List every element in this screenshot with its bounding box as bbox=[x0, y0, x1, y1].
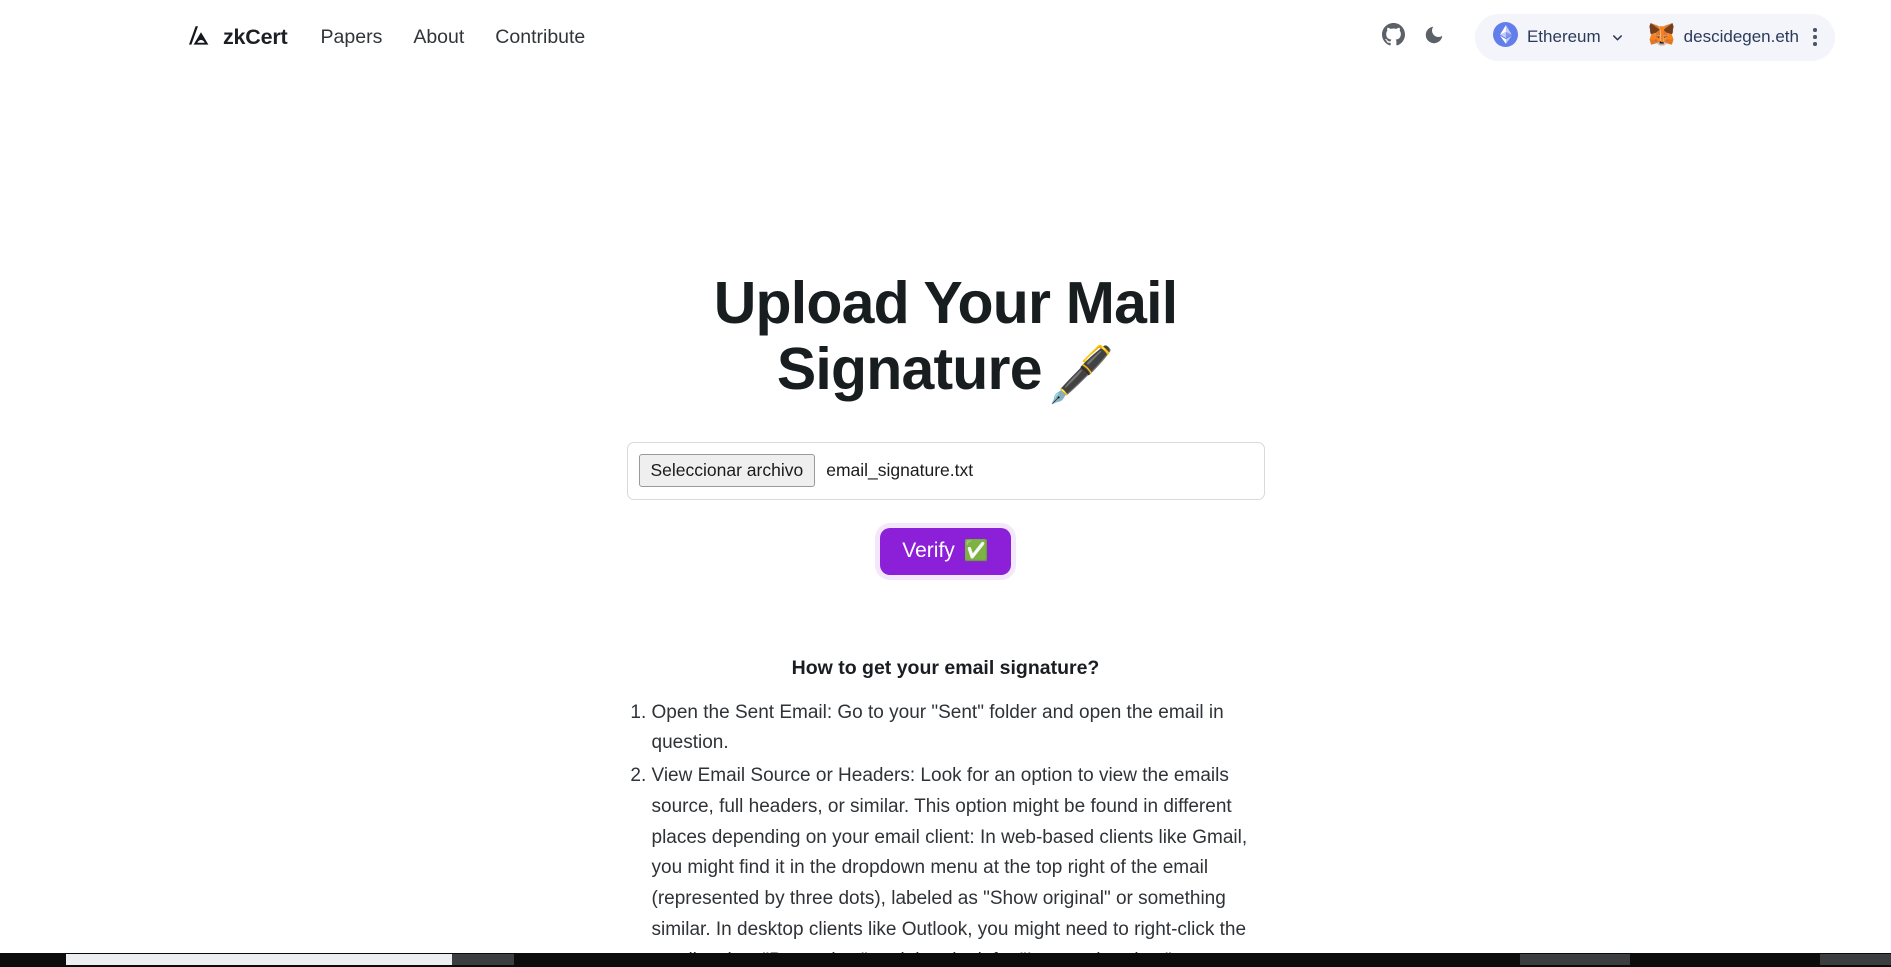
wallet-connect-pill: Ethereum descidegen.eth bbox=[1474, 13, 1835, 61]
nav-item-contribute[interactable]: Contribute bbox=[492, 24, 588, 51]
check-mark-icon: ✅ bbox=[963, 540, 989, 563]
verify-button-label: Verify bbox=[902, 539, 955, 563]
main-nav: Papers About Contribute bbox=[318, 24, 589, 51]
brand-name: zkCert bbox=[223, 24, 288, 49]
howto-step: Open the Sent Email: Go to your "Sent" f… bbox=[652, 698, 1266, 760]
github-link-button[interactable] bbox=[1377, 20, 1411, 54]
account-button[interactable]: descidegen.eth bbox=[1635, 18, 1803, 56]
kebab-dot bbox=[1813, 28, 1817, 32]
ethereum-logo-icon bbox=[1492, 22, 1518, 52]
metamask-fox-icon bbox=[1649, 23, 1674, 51]
github-icon bbox=[1382, 23, 1406, 51]
file-upload-input[interactable]: Seleccionar archivo email_signature.txt bbox=[626, 441, 1265, 500]
chain-selector-button[interactable]: Ethereum bbox=[1487, 17, 1635, 57]
theme-toggle-button[interactable] bbox=[1417, 20, 1451, 54]
scrollbar-segment bbox=[1820, 954, 1891, 965]
howto-steps-list: Open the Sent Email: Go to your "Sent" f… bbox=[626, 698, 1266, 967]
page-title: Upload Your Mail Signature 🖋️ bbox=[666, 270, 1226, 406]
main-content: Upload Your Mail Signature 🖋️ Seleccionar… bbox=[0, 74, 1891, 967]
chevron-down-icon bbox=[1610, 30, 1625, 45]
kebab-dot bbox=[1813, 42, 1817, 46]
howto-title: How to get your email signature? bbox=[791, 656, 1100, 679]
verify-button[interactable]: Verify ✅ bbox=[880, 527, 1011, 575]
moon-icon bbox=[1423, 24, 1445, 51]
chain-label: Ethereum bbox=[1526, 27, 1601, 46]
kebab-menu-icon[interactable] bbox=[1805, 24, 1825, 50]
horizontal-scrollbar[interactable] bbox=[0, 953, 1891, 967]
nav-item-about[interactable]: About bbox=[410, 24, 467, 51]
choose-file-button[interactable]: Seleccionar archivo bbox=[638, 453, 816, 488]
kebab-dot bbox=[1813, 35, 1817, 39]
howto-section: How to get your email signature? Open th… bbox=[626, 657, 1266, 967]
header-right-group: Ethereum descidegen.eth bbox=[1377, 13, 1835, 61]
zkcert-mountain-logo-icon bbox=[186, 24, 212, 50]
scrollbar-segment bbox=[452, 954, 514, 965]
selected-file-name: email_signature.txt bbox=[826, 460, 974, 481]
nav-item-papers[interactable]: Papers bbox=[318, 24, 386, 51]
scrollbar-segment bbox=[1520, 954, 1630, 965]
account-address-label: descidegen.eth bbox=[1683, 27, 1799, 46]
scrollbar-thumb[interactable] bbox=[66, 954, 452, 965]
fountain-pen-icon: 🖋️ bbox=[1047, 345, 1115, 406]
howto-step: View Email Source or Headers: Look for a… bbox=[652, 761, 1266, 967]
site-header: zkCert Papers About Contribute Ethereum … bbox=[0, 0, 1891, 74]
brand-logo-link[interactable]: zkCert bbox=[186, 24, 288, 50]
